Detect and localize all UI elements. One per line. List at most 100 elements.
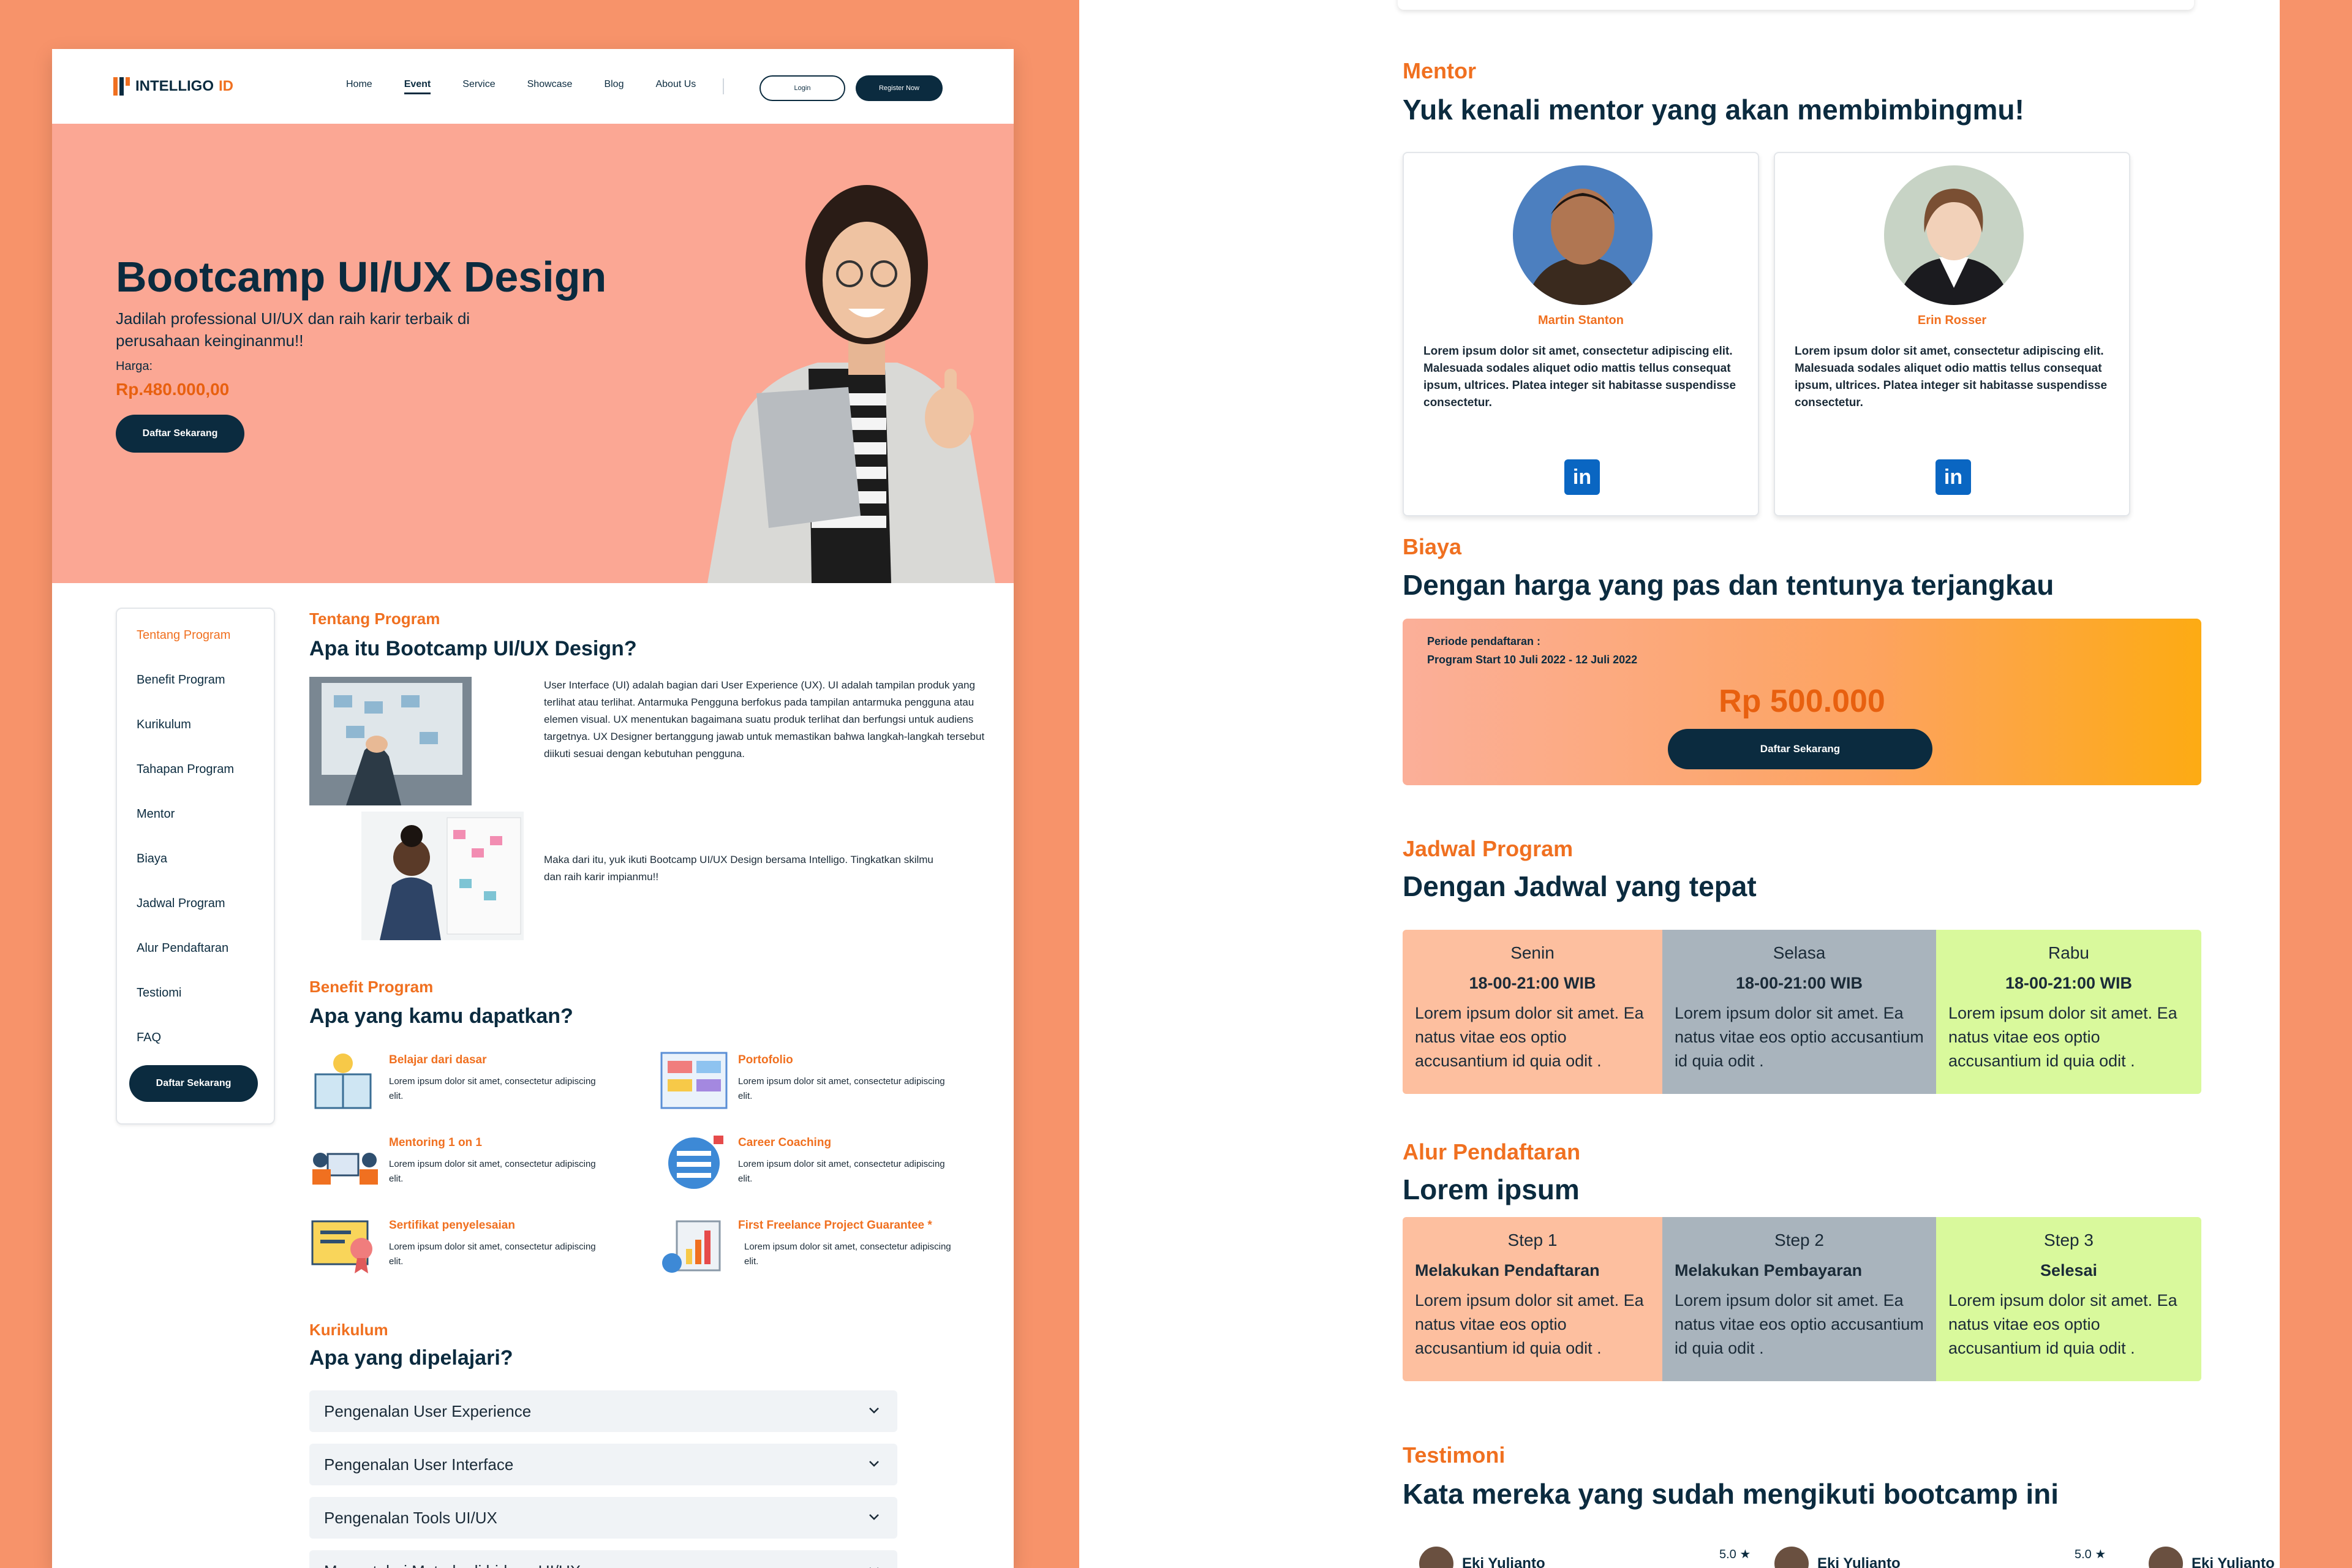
registration-step: Step 3 Selesai Lorem ipsum dolor sit ame… [1936, 1217, 2201, 1381]
schedule-grid: Senin 18-00-21:00 WIB Lorem ipsum dolor … [1403, 930, 2201, 1094]
side-item-jadwal-program[interactable]: Jadwal Program [137, 897, 225, 911]
schedule-day: Selasa [1773, 943, 1826, 962]
schedule-cell: Selasa 18-00-21:00 WIB Lorem ipsum dolor… [1662, 930, 1936, 1094]
linkedin-icon[interactable]: in [1936, 459, 1971, 495]
about-paragraph-1: User Interface (UI) adalah bagian dari U… [544, 679, 985, 760]
nav-home[interactable]: Home [346, 79, 372, 94]
step-desc: Lorem ipsum dolor sit amet. Ea natus vit… [1948, 1291, 2177, 1357]
nav-blog[interactable]: Blog [604, 79, 624, 94]
avatar [2149, 1547, 2183, 1568]
about-photo-woman [361, 812, 524, 940]
register-button[interactable]: Register Now [856, 75, 943, 101]
side-item-biaya[interactable]: Biaya [137, 852, 167, 866]
mentor-name: Erin Rosser [1917, 314, 1987, 327]
side-item-alur-pendaftaran[interactable]: Alur Pendaftaran [137, 941, 228, 956]
testimonial-card: Eki Yulianto [1774, 1547, 1901, 1568]
nav-service[interactable]: Service [462, 79, 495, 94]
curriculum-accordion-item[interactable]: Pengenalan Tools UI/UX [309, 1497, 897, 1539]
schedule-cell: Senin 18-00-21:00 WIB Lorem ipsum dolor … [1403, 930, 1662, 1094]
top-nav: INTELLIGO ID Home Event Service Showcase… [52, 49, 1014, 124]
hero-title: Bootcamp UI/UX Design [116, 253, 607, 301]
side-item-testiomi[interactable]: Testiomi [137, 986, 181, 1000]
price-box: Periode pendaftaran : Program Start 10 J… [1403, 619, 2201, 785]
curriculum-accordion-item[interactable]: Pengenalan User Experience [309, 1390, 897, 1432]
benefit-title: First Freelance Project Guarantee * [738, 1219, 932, 1232]
side-item-faq[interactable]: FAQ [137, 1031, 161, 1045]
benefit-desc: Lorem ipsum dolor sit amet, consectetur … [738, 1159, 945, 1184]
accordion-label: Mengetahui Metode di bidang UI/UX [324, 1562, 581, 1568]
schedule-desc: Lorem ipsum dolor sit amet. Ea natus vit… [1675, 1004, 1924, 1070]
registration-step: Step 1 Melakukan Pendaftaran Lorem ipsum… [1403, 1217, 1662, 1381]
side-item-tahapan-program[interactable]: Tahapan Program [137, 763, 234, 777]
side-item-tentang-program[interactable]: Tentang Program [137, 628, 230, 643]
logo[interactable]: INTELLIGO ID [113, 77, 233, 96]
testimonial-rating: 5.0 ★ [1719, 1548, 1751, 1561]
registration-period: Periode pendaftaran : Program Start 10 J… [1427, 632, 1637, 669]
benefit-desc: Lorem ipsum dolor sit amet, consectetur … [744, 1242, 951, 1267]
side-item-kurikulum[interactable]: Kurikulum [137, 718, 191, 732]
benefit-desc: Lorem ipsum dolor sit amet, consectetur … [389, 1242, 596, 1267]
benefit-label: Benefit Program [309, 978, 434, 996]
hero-subtitle: Jadilah professional UI/UX dan raih kari… [116, 309, 470, 350]
benefit-title: Sertifikat penyelesaian [389, 1219, 515, 1232]
testimonial-name: Eki Yulianto [2192, 1555, 2275, 1568]
step-name: Selesai [2040, 1261, 2098, 1280]
testimonial-name: Eki Yulianto [1817, 1555, 1901, 1568]
hero-banner: Bootcamp UI/UX Design Jadilah profession… [52, 124, 1014, 583]
side-item-mentor[interactable]: Mentor [137, 807, 175, 821]
login-button[interactable]: Login [760, 75, 845, 101]
benefit-desc: Lorem ipsum dolor sit amet, consectetur … [389, 1159, 596, 1184]
linkedin-icon[interactable]: in [1564, 459, 1600, 495]
registration-grid: Step 1 Melakukan Pendaftaran Lorem ipsum… [1403, 1217, 2201, 1381]
step-number: Step 1 [1507, 1231, 1558, 1250]
hero-register-button[interactable]: Daftar Sekarang [116, 415, 244, 453]
benefit-title: Belajar dari dasar [389, 1054, 487, 1066]
cost-title: Dengan harga yang pas dan tentunya terja… [1403, 569, 2054, 601]
schedule-desc: Lorem ipsum dolor sit amet. Ea natus vit… [1948, 1004, 2177, 1070]
logo-brand: INTELLIGO [135, 78, 214, 94]
price-amount: Rp 500.000 [1719, 684, 1885, 719]
step-number: Step 2 [1774, 1231, 1824, 1250]
side-item-benefit-program[interactable]: Benefit Program [137, 673, 225, 687]
nav-showcase[interactable]: Showcase [527, 79, 573, 94]
side-menu: Tentang Program Benefit Program Kurikulu… [116, 608, 275, 1125]
career-coaching-icon [668, 1136, 723, 1189]
benefit-title: Apa yang kamu dapatkan? [309, 1005, 573, 1028]
schedule-cell: Rabu 18-00-21:00 WIB Lorem ipsum dolor s… [1936, 930, 2201, 1094]
side-register-button[interactable]: Daftar Sekarang [129, 1065, 258, 1102]
schedule-time: 18-00-21:00 WIB [1469, 974, 1596, 992]
schedule-time: 18-00-21:00 WIB [2005, 974, 2133, 992]
certificate-icon [311, 1220, 372, 1273]
nav-about[interactable]: About Us [655, 79, 696, 94]
chevron-down-icon [869, 1408, 879, 1414]
price-register-button[interactable]: Daftar Sekarang [1668, 729, 1932, 769]
curriculum-accordion-item[interactable]: Mengetahui Metode di bidang UI/UX [309, 1550, 897, 1568]
testimonial-name: Eki Yulianto [1462, 1555, 1545, 1568]
registration-period-dates: Program Start 10 Juli 2022 - 12 Juli 202… [1427, 654, 1638, 666]
mentor-card: Erin Rosser Lorem ipsum dolor sit amet, … [1774, 152, 2130, 516]
testimoni-label: Testimoni [1403, 1442, 1506, 1468]
step-desc: Lorem ipsum dolor sit amet. Ea natus vit… [1415, 1291, 1644, 1357]
mentor-desc: Lorem ipsum dolor sit amet, consectetur … [1423, 345, 1736, 409]
curriculum-accordion-item[interactable]: Pengenalan User Interface [309, 1444, 897, 1485]
about-paragraph-2: Maka dari itu, yuk ikuti Bootcamp UI/UX … [544, 854, 933, 883]
logo-suffix: ID [219, 78, 233, 94]
avatar [1419, 1547, 1453, 1568]
chevron-down-icon [869, 1461, 879, 1467]
book-bulb-icon [314, 1054, 372, 1109]
step-name: Melakukan Pembayaran [1675, 1261, 1863, 1280]
registration-period-label: Periode pendaftaran : [1427, 635, 1541, 647]
benefit-desc: Lorem ipsum dolor sit amet, consectetur … [389, 1076, 596, 1101]
mentor-desc: Lorem ipsum dolor sit amet, consectetur … [1795, 345, 2108, 409]
registration-title: Lorem ipsum [1403, 1174, 1580, 1205]
hero-price: Rp.480.000,00 [116, 380, 230, 399]
benefit-title: Portofolio [738, 1054, 793, 1066]
mentor-avatar [1884, 165, 2024, 305]
logo-icon [113, 77, 130, 96]
accordion-label: Pengenalan User Interface [324, 1455, 514, 1474]
nav-event[interactable]: Event [404, 79, 431, 94]
registration-step: Step 2 Melakukan Pembayaran Lorem ipsum … [1662, 1217, 1936, 1381]
mentor-label: Mentor [1403, 58, 1476, 83]
avatar [1774, 1547, 1809, 1568]
previous-section-card [1398, 0, 2194, 10]
